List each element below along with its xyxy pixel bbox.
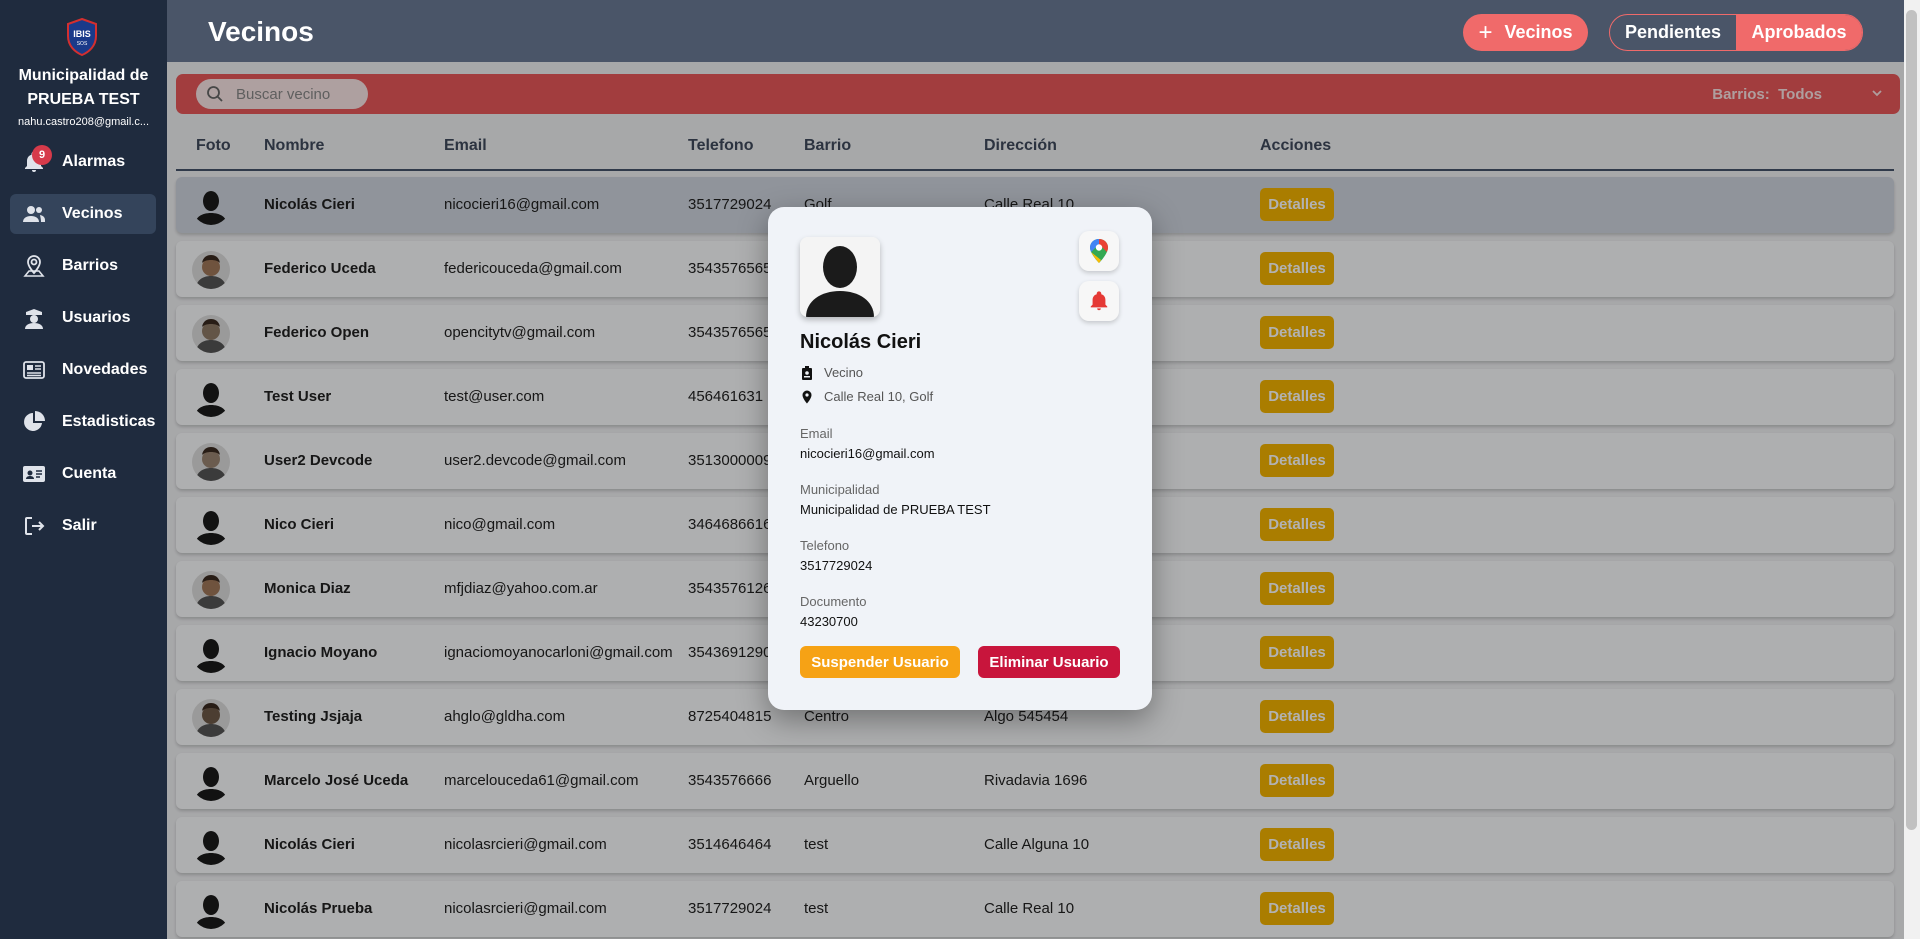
- pie-chart-icon: [24, 411, 45, 431]
- sidebar-item-vecinos[interactable]: Vecinos: [10, 194, 156, 234]
- sidebar-item-label: Vecinos: [62, 205, 123, 222]
- sidebar-item-salir[interactable]: Salir: [10, 506, 156, 546]
- google-maps-icon: [1090, 239, 1108, 263]
- sidebar-item-label: Barrios: [62, 257, 119, 274]
- sidebar: IBIS SOS Municipalidad de PRUEBA TEST na…: [0, 0, 167, 939]
- newspaper-icon: [23, 361, 45, 379]
- badge-icon: [802, 365, 812, 380]
- sidebar-item-label: Usuarios: [62, 309, 131, 326]
- plus-icon: +: [1478, 18, 1493, 46]
- sidebar-item-label: Estadisticas: [62, 413, 156, 430]
- modal-user-name: Nicolás Cieri: [800, 331, 922, 353]
- suspend-user-button[interactable]: Suspender Usuario: [800, 646, 960, 678]
- add-vecino-button[interactable]: + Vecinos: [1463, 14, 1588, 51]
- sidebar-item-label: Novedades: [62, 361, 148, 378]
- logout-icon: [25, 517, 45, 535]
- sidebar-item-label: Alarmas: [62, 153, 126, 170]
- alarm-count-badge: 9: [32, 145, 52, 165]
- sidebar-item-label: Salir: [62, 517, 97, 534]
- modal-address-text: Calle Real 10, Golf: [824, 389, 934, 404]
- modal-role: Vecino: [800, 365, 863, 380]
- top-header: Vecinos + Vecinos Pendientes Aprobados: [167, 0, 1904, 62]
- page-title: Vecinos: [208, 16, 314, 47]
- user-silhouette-icon: [800, 237, 880, 317]
- map-location-button[interactable]: [1079, 231, 1119, 271]
- alarm-button[interactable]: [1079, 281, 1119, 321]
- add-vecino-label: Vecinos: [1504, 22, 1573, 42]
- ibis-logo-icon: IBIS SOS: [66, 17, 98, 57]
- modal-email-value: nicocieri16@gmail.com: [800, 446, 935, 461]
- tab-pendientes[interactable]: Pendientes: [1610, 15, 1736, 50]
- sidebar-item-barrios[interactable]: Barrios: [10, 246, 156, 286]
- modal-email-label: Email: [800, 426, 833, 441]
- modal-address: Calle Real 10, Golf: [800, 389, 933, 404]
- sidebar-item-novedades[interactable]: Novedades: [10, 350, 156, 390]
- modal-doc-value: 43230700: [800, 614, 858, 629]
- sidebar-item-cuenta[interactable]: Cuenta: [10, 454, 156, 494]
- org-name: Municipalidad de PRUEBA TEST: [18, 67, 149, 108]
- map-pin-icon: [23, 255, 45, 277]
- modal-muni-value: Municipalidad de PRUEBA TEST: [800, 502, 991, 517]
- modal-avatar: [800, 237, 880, 317]
- sidebar-item-estadisticas[interactable]: Estadisticas: [10, 402, 156, 442]
- scrollbar-thumb[interactable]: [1906, 10, 1917, 830]
- police-icon: [25, 309, 43, 329]
- sidebar-item-label: Cuenta: [62, 465, 117, 482]
- users-icon: [23, 206, 45, 222]
- modal-muni-label: Municipalidad: [800, 482, 880, 497]
- delete-user-button[interactable]: Eliminar Usuario: [978, 646, 1120, 678]
- sidebar-item-alarmas[interactable]: 9 Alarmas: [10, 142, 156, 182]
- location-pin-icon: [802, 390, 812, 403]
- user-email: nahu.castro208@gmail.c...: [17, 116, 149, 128]
- modal-doc-label: Documento: [800, 594, 867, 609]
- bell-icon: [1090, 291, 1108, 311]
- modal-phone-value: 3517729024: [800, 558, 873, 573]
- logo-text: IBIS: [73, 29, 91, 39]
- id-card-icon: [23, 466, 45, 482]
- user-detail-modal: Nicolás Cieri Vecino Calle Real 10, Golf…: [768, 207, 1152, 710]
- tab-aprobados[interactable]: Aprobados: [1736, 15, 1862, 50]
- status-toggle: Pendientes Aprobados: [1609, 14, 1863, 51]
- modal-role-text: Vecino: [824, 365, 864, 380]
- sidebar-item-usuarios[interactable]: Usuarios: [10, 298, 156, 338]
- modal-phone-label: Telefono: [800, 538, 850, 553]
- logo-subtext: SOS: [77, 41, 88, 47]
